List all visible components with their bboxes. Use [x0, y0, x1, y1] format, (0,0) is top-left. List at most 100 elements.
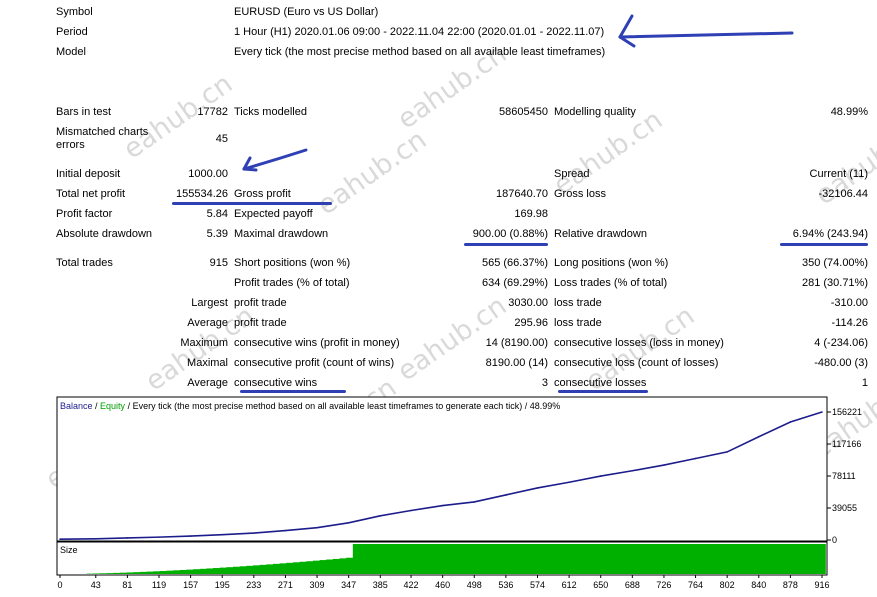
- x-tick-label: 574: [530, 580, 545, 590]
- balance-point: [631, 469, 634, 472]
- size-bar: [119, 572, 128, 574]
- chart-plot-area: [56, 396, 828, 542]
- size-bar: [219, 567, 227, 574]
- size-bar: [106, 573, 114, 574]
- balance-point: [568, 481, 570, 484]
- x-tick-label: 271: [278, 580, 293, 590]
- size-bar: [173, 570, 181, 574]
- y-tick-label: 78111: [832, 471, 856, 481]
- size-bar: [133, 572, 141, 574]
- balance-point: [94, 537, 97, 540]
- size-bar: [93, 573, 101, 574]
- size-bar: [226, 567, 234, 574]
- size-bar: [605, 544, 613, 574]
- size-bar: [718, 544, 727, 574]
- x-tick-label: 233: [246, 580, 261, 590]
- balance-point: [253, 532, 255, 534]
- size-bar: [239, 566, 247, 574]
- size-bar: [585, 544, 593, 574]
- size-bar: [445, 544, 454, 574]
- size-bar: [625, 544, 633, 574]
- balance-point: [821, 411, 823, 413]
- size-bar: [725, 544, 733, 574]
- size-bar: [426, 544, 434, 574]
- x-tick-label: 385: [373, 580, 388, 590]
- size-bar: [499, 544, 507, 574]
- size-bar: [406, 544, 414, 574]
- size-bar: [246, 565, 254, 574]
- balance-point: [441, 504, 444, 507]
- size-bar: [459, 544, 467, 574]
- size-bar: [812, 544, 820, 574]
- size-bar: [645, 544, 653, 574]
- size-bar: [99, 573, 108, 574]
- size-bar: [319, 560, 327, 574]
- size-bar: [179, 569, 187, 574]
- x-tick-label: 422: [404, 580, 419, 590]
- size-bar: [758, 544, 766, 574]
- size-bar: [259, 564, 267, 574]
- size-bar: [159, 570, 167, 574]
- size-bar: [658, 544, 667, 574]
- size-bar: [213, 568, 221, 574]
- size-bar: [266, 564, 274, 574]
- size-bar: [392, 544, 400, 574]
- size-bar: [805, 544, 813, 574]
- y-tick-label: 156221: [832, 407, 862, 417]
- size-bar: [592, 544, 600, 574]
- balance-point: [410, 509, 412, 512]
- balance-point: [316, 526, 318, 529]
- size-bar: [612, 544, 620, 574]
- size-bar: [745, 544, 753, 574]
- size-bar: [619, 544, 627, 574]
- size-bar: [778, 544, 786, 574]
- x-tick-label: 0: [57, 580, 62, 590]
- legend-sep: /: [93, 401, 101, 411]
- x-tick-label: 840: [751, 580, 766, 590]
- size-bar: [186, 569, 194, 574]
- size-bar: [705, 544, 713, 574]
- size-bar: [366, 544, 374, 574]
- size-bar: [672, 544, 680, 574]
- size-bar: [652, 544, 660, 574]
- size-bar: [678, 544, 687, 574]
- size-bar: [492, 544, 500, 574]
- x-tick-label: 878: [783, 580, 798, 590]
- balance-point: [347, 521, 350, 524]
- size-bar: [332, 558, 341, 574]
- legend-equity: Equity: [100, 401, 126, 411]
- y-tick-label: 39055: [832, 503, 857, 513]
- size-bar: [279, 563, 287, 574]
- balance-point: [189, 535, 192, 537]
- size-bar: [545, 544, 553, 574]
- balance-point: [505, 494, 507, 496]
- size-bar: [312, 560, 321, 574]
- size-bar: [352, 544, 360, 574]
- size-bar: [485, 544, 494, 574]
- x-tick-label: 536: [498, 580, 513, 590]
- balance-point: [284, 529, 287, 532]
- size-bar: [765, 544, 773, 574]
- size-bar: [772, 544, 780, 574]
- size-bar: [712, 544, 720, 574]
- size-bar: [346, 557, 354, 574]
- size-bar: [465, 544, 474, 574]
- size-bar: [785, 544, 793, 574]
- size-bar: [412, 544, 420, 574]
- size-bar: [685, 544, 693, 574]
- balance-chart: Balance / Equity / Every tick (the most …: [56, 396, 862, 590]
- size-bar: [638, 544, 647, 574]
- size-bar: [153, 571, 161, 574]
- size-bar: [292, 562, 301, 574]
- size-bar: [738, 544, 746, 574]
- size-bar: [372, 544, 380, 574]
- size-bar: [818, 544, 826, 574]
- size-bar: [565, 544, 573, 574]
- size-bar: [399, 544, 407, 574]
- size-bar: [479, 544, 487, 574]
- x-tick-label: 309: [310, 580, 325, 590]
- size-bar: [519, 544, 527, 574]
- size-bar: [692, 544, 700, 574]
- y-tick-label: 0: [832, 535, 837, 545]
- size-bar: [126, 572, 134, 574]
